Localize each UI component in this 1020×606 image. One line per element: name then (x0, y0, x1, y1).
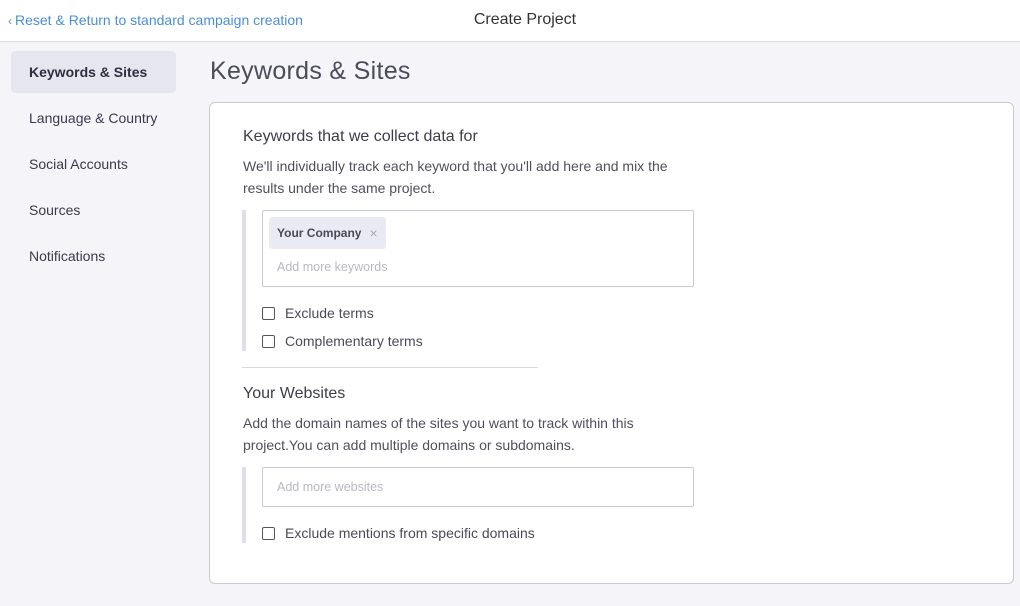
websites-input-box (262, 467, 694, 507)
exclude-domains-option: Exclude mentions from specific domains (262, 525, 535, 541)
websites-section-title: Your Websites (243, 385, 346, 402)
top-bar: ‹ Reset & Return to standard campaign cre… (0, 0, 1020, 42)
websites-description: Add the domain names of the sites you wa… (243, 415, 634, 453)
keywords-sites-card: Keywords that we collect data for We'll … (209, 102, 1014, 584)
exclude-domains-label: Exclude mentions from specific domains (285, 525, 535, 541)
websites-left-rule (242, 467, 246, 543)
page-title: Keywords & Sites (210, 57, 411, 85)
sidebar: Keywords & Sites Language & Country Soci… (11, 51, 176, 281)
keywords-section-title: Keywords that we collect data for (243, 128, 478, 145)
page-header-title: Create Project (473, 11, 577, 28)
close-icon[interactable]: × (369, 225, 377, 241)
sidebar-item-keywords-sites[interactable]: Keywords & Sites (11, 51, 176, 93)
complementary-terms-option: Complementary terms (262, 333, 423, 349)
keyword-chip: Your Company × (269, 217, 386, 249)
exclude-terms-label: Exclude terms (285, 305, 374, 321)
keywords-input-placeholder[interactable]: Add more keywords (277, 260, 387, 274)
complementary-terms-checkbox[interactable] (262, 334, 275, 348)
sidebar-item-sources[interactable]: Sources (11, 189, 176, 231)
keywords-description: We'll individually track each keyword th… (243, 158, 668, 196)
keyword-chip-label: Your Company (277, 226, 362, 240)
section-divider (242, 367, 538, 368)
exclude-terms-checkbox[interactable] (262, 306, 275, 320)
sidebar-item-language-country[interactable]: Language & Country (11, 97, 176, 139)
exclude-domains-checkbox[interactable] (262, 526, 275, 540)
exclude-terms-option: Exclude terms (262, 305, 374, 321)
sidebar-item-social-accounts[interactable]: Social Accounts (11, 143, 176, 185)
keywords-tag-input[interactable]: Your Company × Add more keywords (262, 210, 694, 287)
keywords-left-rule (242, 210, 246, 351)
sidebar-item-notifications[interactable]: Notifications (11, 235, 176, 277)
complementary-terms-label: Complementary terms (285, 333, 423, 349)
websites-input[interactable] (263, 468, 693, 506)
